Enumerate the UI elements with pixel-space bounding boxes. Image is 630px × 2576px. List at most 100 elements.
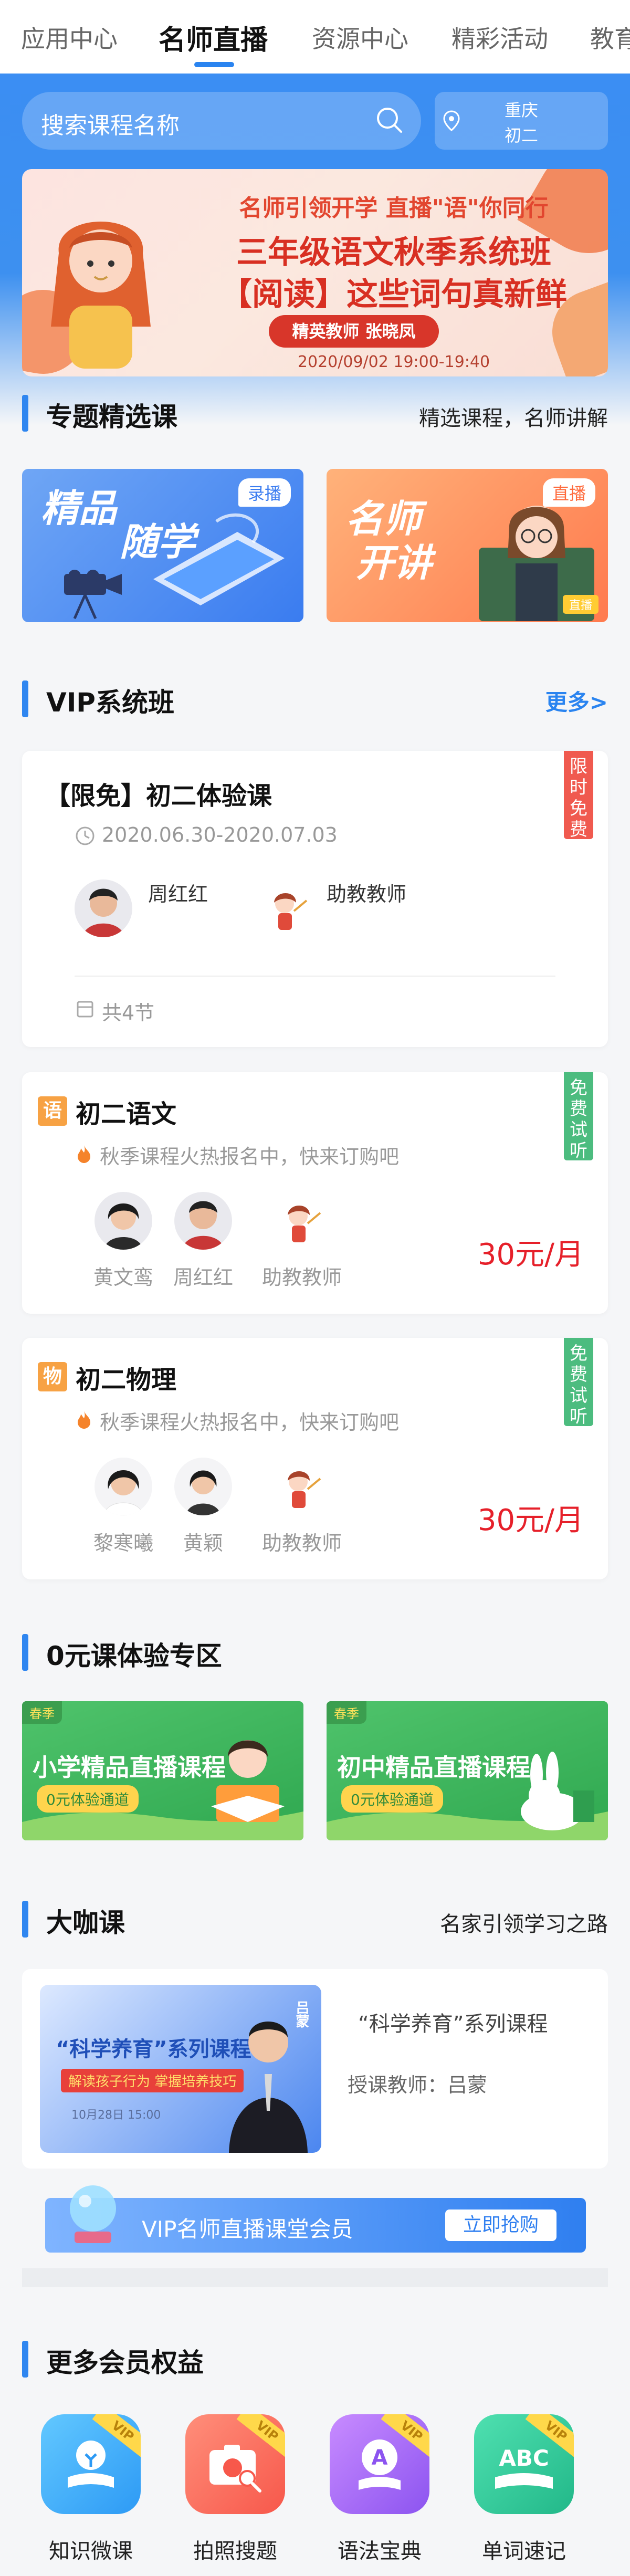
live-badge: 直播 <box>562 595 598 614</box>
course-card-chinese[interactable]: 免费试听 语 初二语文 秋季课程火热报名中，快来订购吧 黄文鸾 周红红 助教教师… <box>22 1072 608 1314</box>
rights-item-label: 单词速记 <box>482 2539 566 2563</box>
tab-live[interactable]: 名师直播 <box>159 18 268 57</box>
section-marker <box>22 2341 28 2378</box>
section-title-featured: 专题精选课 <box>46 402 177 432</box>
banner-slogan: 名师引领开学 直播"语"你同行 <box>239 195 549 222</box>
teacher-name: 周红红 <box>148 883 208 906</box>
speaker-illustration <box>229 2022 308 2153</box>
fire-icon <box>78 1145 90 1163</box>
course-poster: “科学养育”系列课程 解读孩子行为 掌握培养技巧 10月28日 15:00 吕蒙 <box>40 1985 321 2153</box>
banner-date: 2020/09/02 19:00-19:40 <box>297 353 490 371</box>
crystal-ball-icon <box>70 2185 116 2243</box>
free-card-primary[interactable]: 春季 小学精品直播课程 0元体验通道 <box>22 1701 303 1840</box>
tab-education[interactable]: 教育 <box>590 20 630 55</box>
teacher-name: 周红红 <box>173 1266 233 1289</box>
section-marker <box>22 680 28 717</box>
search-input[interactable]: 搜索课程名称 <box>22 92 421 150</box>
search-icon[interactable] <box>374 104 405 136</box>
header-area: 应用中心 名师直播 资源中心 精彩活动 教育 搜索课程名称 重庆 初二 名师引领… <box>0 0 630 425</box>
free-trial-tag: 免费试听 <box>564 1072 593 1161</box>
camera-search-icon <box>209 2445 261 2493</box>
featured-card-recorded[interactable]: 录播 精品 随学 <box>22 469 303 622</box>
girl-illustration <box>51 222 151 369</box>
fire-icon <box>78 1411 90 1429</box>
teacher-name: 助教教师 <box>327 883 407 906</box>
tab-activities[interactable]: 精彩活动 <box>452 20 548 55</box>
course-teacher: 授课教师：吕蒙 <box>348 2074 488 2097</box>
assistant-avatar-icon <box>259 879 317 937</box>
free-entry-button[interactable]: 0元体验通道 <box>341 1785 443 1813</box>
rights-item-label: 语法宝典 <box>338 2539 422 2563</box>
section-marker <box>22 1634 28 1671</box>
rights-item-knowledge[interactable]: VIP <box>41 2414 141 2514</box>
lessons-count: 共4节 <box>102 1001 155 1024</box>
course-desc: 秋季课程火热报名中，快来订购吧 <box>100 1411 400 1434</box>
section-subtitle-featured: 精选课程，名师讲解 <box>419 406 608 431</box>
course-date: 2020.06.30-2020.07.03 <box>102 823 338 846</box>
section-marker <box>22 395 28 432</box>
subject-badge: 语 <box>38 1096 67 1126</box>
recorded-tag: 录播 <box>238 478 291 507</box>
course-price: 30元/月 <box>477 1238 584 1272</box>
rights-item-label: 知识微课 <box>49 2539 133 2563</box>
section-marker <box>22 1901 28 1938</box>
avatar <box>174 1192 232 1250</box>
live-tag: 直播 <box>542 478 595 507</box>
subject-badge: 物 <box>38 1362 67 1391</box>
search-placeholder: 搜索课程名称 <box>41 112 180 139</box>
svg-text:A: A <box>372 2446 388 2470</box>
course-title: “科学养育”系列课程 <box>358 2012 548 2036</box>
avatar <box>174 1458 232 1515</box>
section-subtitle-big-name: 名家引领学习之路 <box>440 1912 608 1936</box>
free-entry-button[interactable]: 0元体验通道 <box>37 1785 139 1813</box>
section-title-big-name: 大咖课 <box>46 1908 125 1938</box>
poster-subtitle: 解读孩子行为 掌握培养技巧 <box>61 2069 244 2092</box>
assistant-avatar-icon <box>273 1192 331 1250</box>
clock-icon <box>76 826 94 845</box>
free-trial-tag: 免费试听 <box>564 1338 593 1427</box>
trial-course-card[interactable]: 限时免费 【限免】初二体验课 2020.06.30-2020.07.03 周红红… <box>22 751 608 1047</box>
teacher-name: 助教教师 <box>261 1266 342 1289</box>
course-card-physics[interactable]: 免费试听 物 初二物理 秋季课程火热报名中，快来订购吧 黎寒曦 黄颖 助教教师 … <box>22 1338 608 1579</box>
big-name-course-card[interactable]: “科学养育”系列课程 解读孩子行为 掌握培养技巧 10月28日 15:00 吕蒙… <box>22 1969 608 2169</box>
rights-item-photo-search[interactable]: VIP <box>185 2414 285 2514</box>
abc-book-icon: ABC <box>495 2445 553 2489</box>
featured-card-live[interactable]: 直播 名师 开讲 直播 <box>327 469 608 622</box>
vip-more-link[interactable]: 更多> <box>545 685 608 717</box>
buy-now-button[interactable]: 立即抢购 <box>445 2210 556 2241</box>
avatar <box>94 1458 152 1515</box>
course-title: 初二物理 <box>76 1365 177 1395</box>
avatar <box>75 879 132 937</box>
avatar <box>94 1192 152 1250</box>
tab-app-center[interactable]: 应用中心 <box>21 20 118 55</box>
free-card-title: 初中精品直播课程 <box>337 1753 530 1782</box>
featured-card-title: 开讲 <box>356 541 432 585</box>
vip-membership-text: VIP名师直播课堂会员 <box>142 2216 353 2242</box>
limited-free-tag: 限时免费 <box>564 751 593 840</box>
tab-resources[interactable]: 资源中心 <box>312 20 408 55</box>
course-title: 初二语文 <box>76 1099 177 1129</box>
region-selector[interactable]: 重庆 初二 <box>435 92 608 150</box>
banner-subtitle: 【阅读】这些词句真新鲜 <box>220 276 567 313</box>
camera-icon <box>64 570 122 620</box>
free-card-title: 小学精品直播课程 <box>33 1753 226 1782</box>
poster-title: “科学养育”系列课程 <box>56 2037 251 2061</box>
course-price: 30元/月 <box>477 1503 584 1537</box>
banner-teacher-badge: 精英教师 张晓凤 <box>269 315 439 348</box>
banner-title: 三年级语文秋季系统班 <box>236 234 551 271</box>
tab-active-indicator <box>194 62 234 67</box>
svg-text:ABC: ABC <box>499 2445 549 2471</box>
rights-item-words[interactable]: ABC VIP <box>474 2414 574 2514</box>
rights-item-grammar[interactable]: A VIP <box>330 2414 429 2514</box>
vip-membership-banner[interactable]: VIP名师直播课堂会员 立即抢购 <box>45 2185 586 2253</box>
divider <box>75 976 555 977</box>
assistant-avatar-icon <box>273 1458 331 1515</box>
teacher-name: 黄颖 <box>183 1532 223 1555</box>
promo-banner[interactable]: 名师引领开学 直播"语"你同行 三年级语文秋季系统班 【阅读】这些词句真新鲜 精… <box>22 169 608 376</box>
rights-item-label: 拍照搜题 <box>193 2539 277 2563</box>
teacher-name: 助教教师 <box>261 1532 342 1555</box>
free-card-middle[interactable]: 春季 初中精品直播课程 0元体验通道 <box>327 1701 608 1840</box>
grammar-book-icon: A <box>359 2439 401 2490</box>
course-desc: 秋季课程火热报名中，快来订购吧 <box>100 1145 400 1168</box>
lightbulb-book-icon <box>68 2441 114 2488</box>
